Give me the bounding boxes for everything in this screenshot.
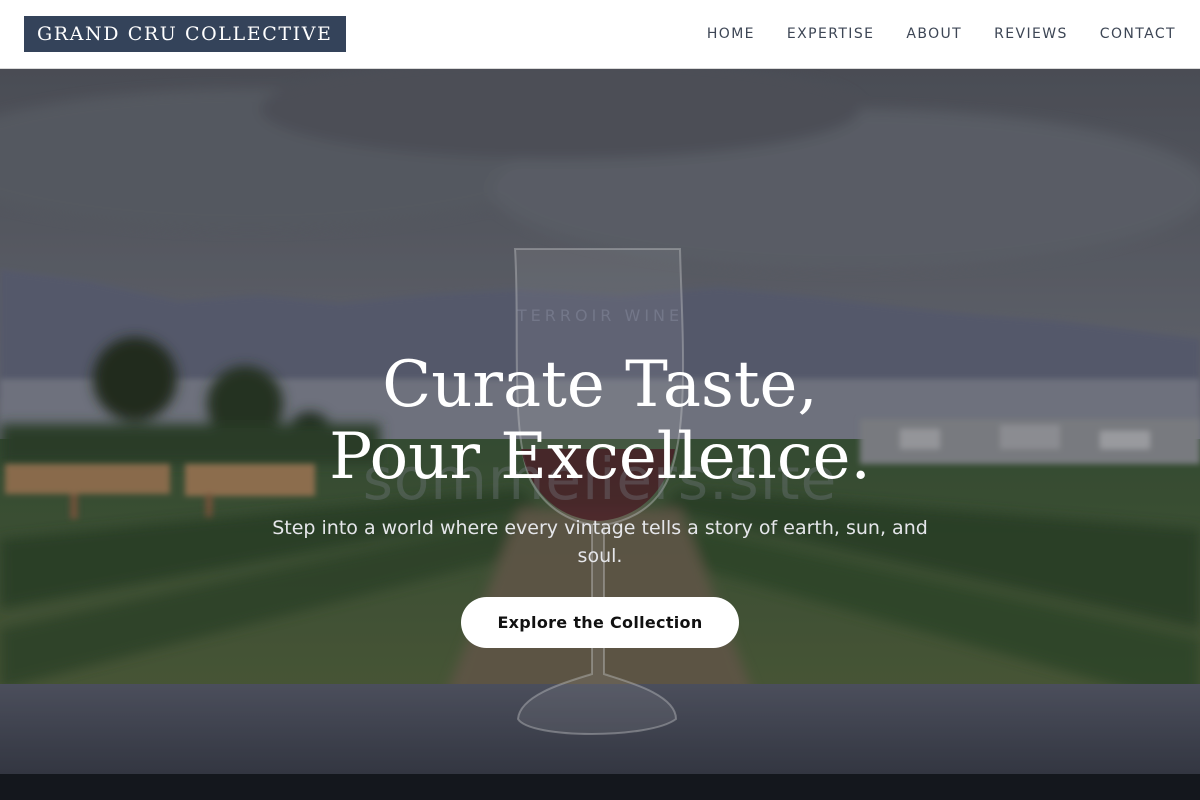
- explore-collection-button[interactable]: Explore the Collection: [461, 597, 739, 648]
- brand-logo[interactable]: GRAND CRU COLLECTIVE: [24, 16, 346, 52]
- main-nav: HOME EXPERTISE ABOUT REVIEWS CONTACT: [707, 26, 1176, 42]
- nav-contact-link[interactable]: CONTACT: [1100, 26, 1176, 42]
- nav-expertise-link[interactable]: EXPERTISE: [787, 26, 874, 42]
- hero-content: TERROIR WINE sommeliers.site Curate Tast…: [0, 69, 1200, 800]
- site-header: GRAND CRU COLLECTIVE HOME EXPERTISE ABOU…: [0, 0, 1200, 69]
- hero-subtitle: Step into a world where every vintage te…: [272, 517, 928, 567]
- nav-about-link[interactable]: ABOUT: [906, 26, 962, 42]
- hero-eyebrow: TERROIR WINE: [516, 306, 684, 325]
- hero-section: TERROIR WINE sommeliers.site Curate Tast…: [0, 69, 1200, 800]
- nav-home-link[interactable]: HOME: [707, 26, 755, 42]
- nav-reviews-link[interactable]: REVIEWS: [994, 26, 1068, 42]
- hero-title: Curate Taste, Pour Excellence.: [329, 348, 871, 494]
